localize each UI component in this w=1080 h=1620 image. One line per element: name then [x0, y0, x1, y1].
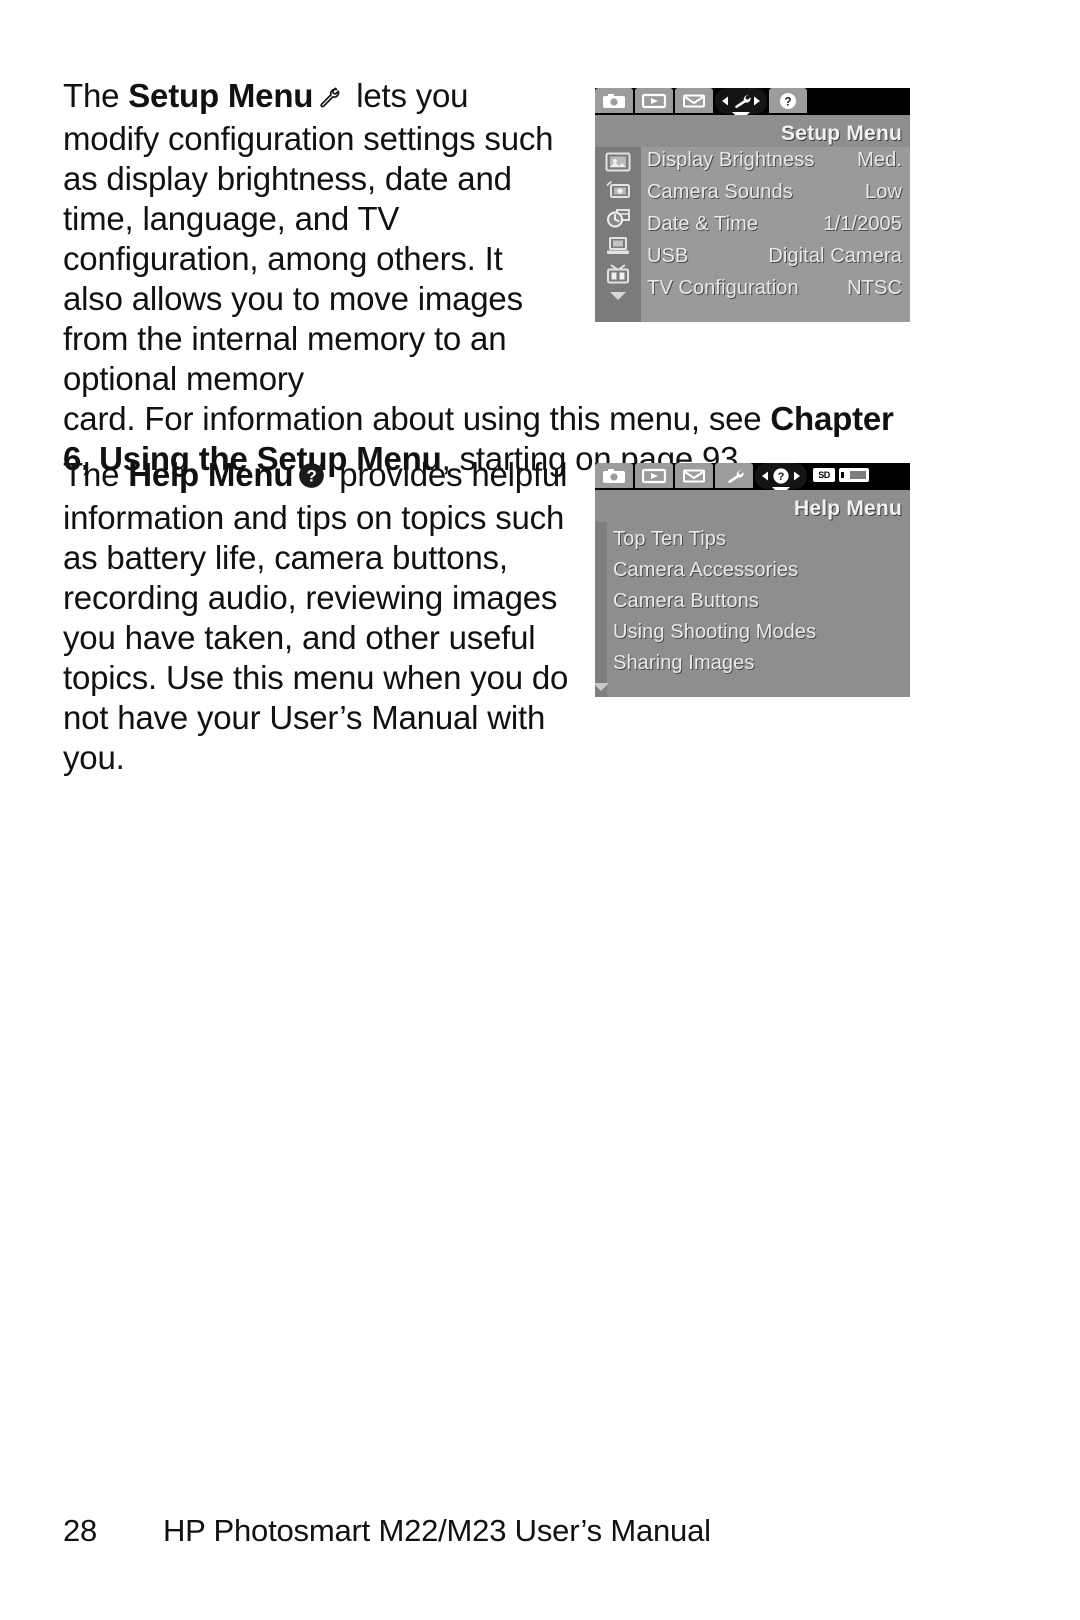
paragraph-setup-narrow-block: The Setup Menu lets you modify configura… [63, 76, 568, 399]
camera-sounds-icon [604, 178, 632, 202]
tv-icon [604, 262, 632, 286]
row-value: Digital Camera [768, 245, 902, 267]
svg-text:?: ? [778, 471, 785, 483]
help-scroll-rail [595, 522, 609, 697]
setup-row-display-brightness[interactable]: Display Brightness Med. [647, 149, 902, 181]
setup-icon-rail [595, 147, 641, 322]
page-number: 28 [63, 1513, 98, 1548]
setup-rows: Display Brightness Med. Camera Sounds Lo… [641, 147, 910, 322]
help-items-list: Top Ten Tips Camera Accessories Camera B… [607, 522, 910, 697]
camera-icon [603, 93, 625, 108]
usb-icon [604, 234, 632, 258]
wrench-icon [728, 469, 744, 483]
row-label: Display Brightness [647, 149, 815, 171]
envelope-icon [683, 469, 705, 482]
help-menu-screenshot: ? SD Help Menu Top Ten Tips Camera Acces… [595, 463, 910, 697]
help-circle-icon: ? [762, 468, 800, 484]
setup-row-tv-configuration[interactable]: TV Configuration NTSC [647, 277, 902, 309]
row-label: Date & Time [647, 213, 759, 235]
manual-page: The Setup Menu lets you modify configura… [0, 0, 1080, 1620]
help-menu-body: Top Ten Tips Camera Accessories Camera B… [595, 522, 910, 697]
capture-tab[interactable] [595, 88, 633, 113]
svg-text:?: ? [307, 467, 317, 486]
help-circle-icon: ? [780, 92, 796, 109]
setup-lead-text: The [63, 77, 129, 114]
row-value: Low [865, 181, 902, 203]
setup-tab[interactable] [715, 88, 767, 121]
setup-row-usb[interactable]: USB Digital Camera [647, 245, 902, 277]
help-circle-icon: ? [298, 458, 325, 498]
page-footer: 28 HP Photosmart M22/M23 User’s Manual [63, 1512, 1013, 1550]
setup-tab[interactable] [715, 463, 753, 488]
setup-title-row: Setup Menu [595, 115, 910, 147]
row-label: USB [647, 245, 689, 267]
help-menu-title: Help Menu [794, 497, 902, 520]
help-lead-text: The [63, 456, 129, 493]
svg-text:?: ? [784, 96, 791, 108]
setup-tabbar: ? [595, 88, 910, 121]
help-item-camera-buttons[interactable]: Camera Buttons [613, 590, 910, 621]
help-title-row: Help Menu [595, 490, 910, 522]
row-label: TV Configuration [647, 277, 799, 299]
share-tab[interactable] [675, 463, 713, 488]
play-icon [642, 93, 666, 108]
wrench-icon [318, 79, 342, 119]
display-brightness-icon [604, 150, 632, 174]
setup-row-camera-sounds[interactable]: Camera Sounds Low [647, 181, 902, 213]
row-label: Camera Sounds [647, 181, 793, 203]
playback-tab[interactable] [635, 463, 673, 488]
manual-title: HP Photosmart M22/M23 User’s Manual [163, 1513, 711, 1548]
capture-tab[interactable] [595, 463, 633, 488]
chevron-down-icon[interactable] [610, 292, 626, 300]
help-item-top-ten-tips[interactable]: Top Ten Tips [613, 528, 910, 559]
playback-tab[interactable] [635, 88, 673, 113]
help-tabbar: ? SD [595, 463, 910, 496]
row-value: 1/1/2005 [823, 213, 902, 235]
help-tab[interactable]: ? [755, 463, 807, 496]
help-item-sharing-images[interactable]: Sharing Images [613, 652, 910, 683]
setup-menu-screenshot: ? Setup Menu Display Brightness Med. Cam… [595, 88, 910, 322]
setup-menu-title: Setup Menu [781, 122, 902, 145]
setup-menu-body: Display Brightness Med. Camera Sounds Lo… [595, 147, 910, 322]
row-value: NTSC [847, 277, 902, 299]
battery-icon [839, 468, 869, 482]
setup-body-narrow: lets you modify configuration settings s… [63, 77, 554, 397]
share-tab[interactable] [675, 88, 713, 113]
camera-icon [603, 468, 625, 483]
setup-body-full-a: card. For information about using this m… [63, 400, 771, 437]
play-icon [642, 468, 666, 483]
help-item-using-shooting-modes[interactable]: Using Shooting Modes [613, 621, 910, 652]
help-tab[interactable]: ? [769, 88, 807, 113]
help-item-camera-accessories[interactable]: Camera Accessories [613, 559, 910, 590]
wrench-icon [722, 94, 760, 109]
envelope-icon [683, 94, 705, 107]
row-value: Med. [857, 149, 902, 171]
paragraph-help-menu: The Help Menu? provides helpful informat… [63, 455, 583, 778]
memory-card-icon: SD [813, 468, 835, 482]
help-bold-term: Help Menu [128, 456, 294, 493]
setup-bold-term: Setup Menu [128, 77, 314, 114]
help-body-text: provides helpful information and tips on… [63, 456, 569, 776]
date-time-icon [604, 206, 632, 230]
setup-row-date-time[interactable]: Date & Time 1/1/2005 [647, 213, 902, 245]
